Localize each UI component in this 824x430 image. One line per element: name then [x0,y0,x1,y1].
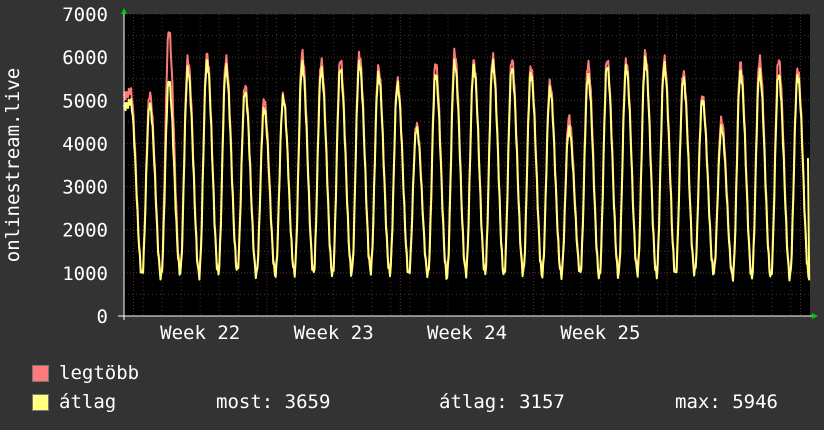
x-tick-label: Week 24 [427,322,507,344]
legend-item-avg: átlag [32,391,116,413]
y-tick-label: 5000 [62,90,108,112]
x-axis-ticks: Week 22 Week 23 Week 24 Week 25 [160,322,640,344]
y-axis-label: onlinestream.live [2,68,24,262]
x-axis-arrow-icon [812,313,818,319]
legend-swatch-avg [32,393,49,411]
legend-item-max: legtöbb [32,362,139,384]
y-tick-label: 0 [97,306,108,328]
legend-label-avg: átlag [59,391,117,413]
stat-average: átlag: 3157 [439,391,565,413]
x-tick-label: Week 22 [160,322,240,344]
y-tick-label: 4000 [62,133,108,155]
stat-now: most: 3659 [216,391,331,413]
y-tick-label: 2000 [62,220,108,242]
stat-max: max: 5946 [675,391,778,413]
y-tick-label: 1000 [62,263,108,285]
y-axis-ticks: 0 1000 2000 3000 4000 5000 6000 7000 [62,4,108,328]
x-tick-label: Week 23 [294,322,374,344]
y-tick-label: 3000 [62,177,108,199]
y-tick-label: 7000 [62,4,108,26]
x-tick-label: Week 25 [560,322,640,344]
y-tick-label: 6000 [62,47,108,69]
y-axis-arrow-icon [121,8,127,14]
legend-swatch-max [32,364,49,382]
legend-label-max: legtöbb [59,362,140,384]
